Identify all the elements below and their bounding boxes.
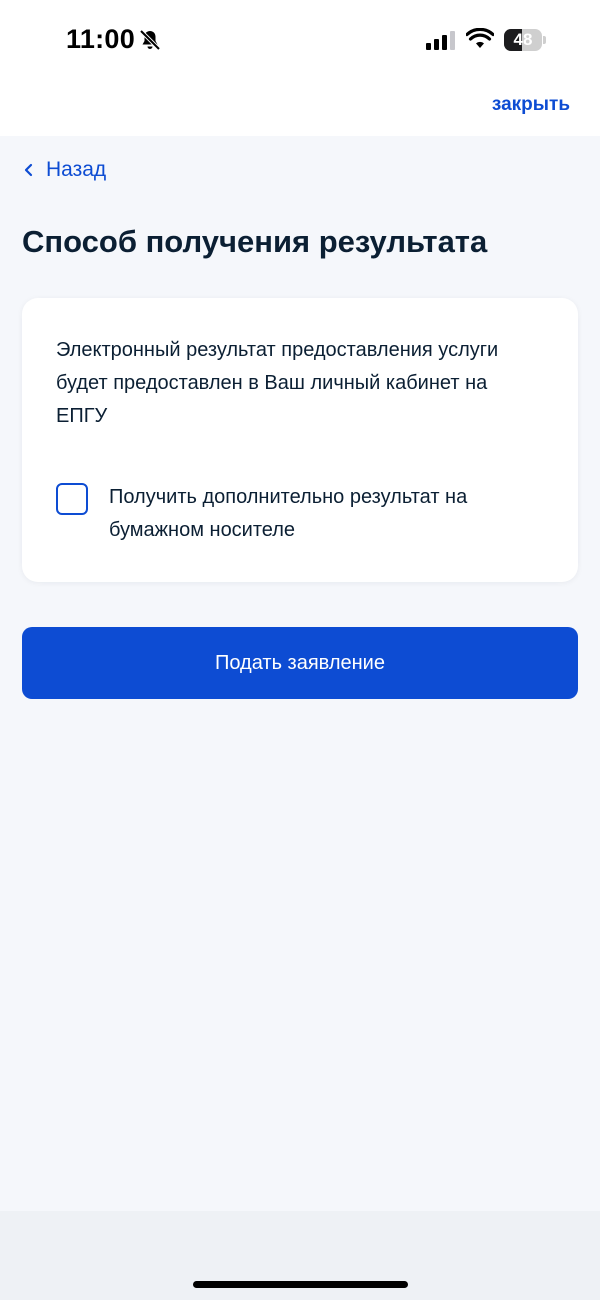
top-header: 11:00 48 закрыть <box>0 0 600 136</box>
battery-cap <box>543 36 546 44</box>
submit-application-button[interactable]: Подать заявление <box>22 627 578 699</box>
battery-icon: 48 <box>504 29 542 51</box>
home-indicator[interactable] <box>193 1281 408 1288</box>
page-title: Способ получения результата <box>22 224 488 259</box>
signal-icon <box>426 31 455 50</box>
battery-level-text: 48 <box>513 30 533 49</box>
close-button[interactable]: закрыть <box>492 94 570 116</box>
bell-slash-icon <box>139 29 161 51</box>
result-method-card: Электронный результат предоставления усл… <box>22 298 578 582</box>
electronic-result-info: Электронный результат предоставления усл… <box>56 339 499 427</box>
back-button[interactable]: Назад <box>22 158 106 182</box>
status-time: 11:00 <box>66 24 136 54</box>
chevron-left-icon <box>24 163 33 177</box>
paper-result-option[interactable]: Получить дополнительно результат на бума… <box>56 481 556 547</box>
wifi-icon <box>466 28 494 48</box>
paper-result-label[interactable]: Получить дополнительно результат на бума… <box>109 481 549 547</box>
back-label: Назад <box>46 158 107 181</box>
paper-result-checkbox[interactable] <box>56 483 88 515</box>
